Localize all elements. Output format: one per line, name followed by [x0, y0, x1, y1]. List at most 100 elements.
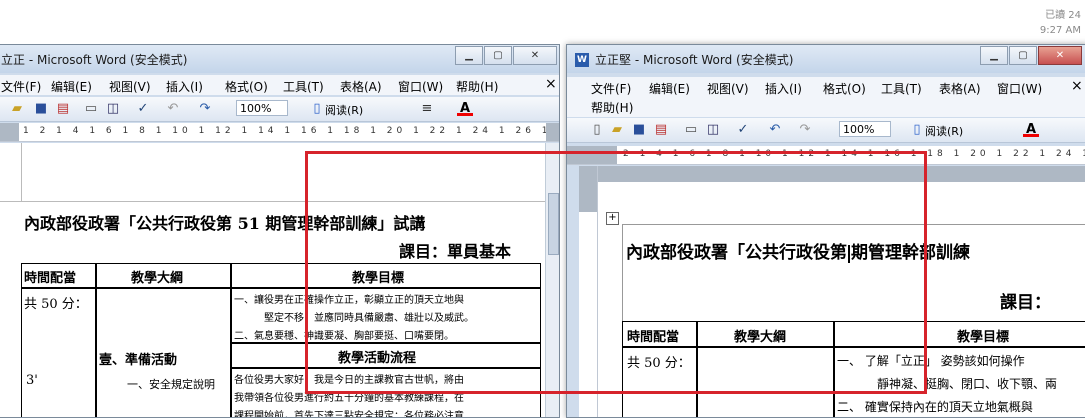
- doc-subject: 課目：單員基本: [399, 242, 512, 261]
- read-button[interactable]: 阅读(R): [325, 102, 363, 118]
- spelling-icon[interactable]: ✓: [735, 122, 751, 138]
- outline-cell: 壹、準備活動 一、安全規定說明: [96, 288, 231, 417]
- title-bar[interactable]: 立正 - Microsoft Word (安全模式) ▁ ▢ ✕: [0, 45, 559, 73]
- flow-line: 各位役男大家好，我是今日的主課教官古世帆，將由: [234, 375, 464, 386]
- objective-line: 靜神凝、挺胸、閉口、收下顎、兩: [877, 377, 1058, 391]
- menu-file[interactable]: 文件(F): [1, 78, 41, 95]
- maximize-button[interactable]: ▢: [1009, 46, 1037, 65]
- menu-bar: 文件(F) 编辑(E) 视图(V) 插入(I) 格式(O) 工具(T) 表格(A…: [0, 75, 559, 95]
- menu-file[interactable]: 文件(F): [591, 80, 631, 97]
- table-header: 教學大綱: [96, 263, 231, 288]
- standard-toolbar: ▰ ■ ▤ ▭ ◫ ✓ ↶ ↷ 100% ▯ 阅读(R) ≡ A: [0, 97, 559, 122]
- document-page[interactable]: 內政部役政署「公共行政役第 51 期管理幹部訓練」試講 課目：單員基本 時間配當…: [0, 143, 545, 417]
- word-window-right[interactable]: W 立正堅 - Microsoft Word (安全模式) ▁ ▢ ✕ 文件(F…: [566, 44, 1085, 418]
- close-document-button[interactable]: ×: [1071, 78, 1083, 94]
- menu-view[interactable]: 视图(V): [707, 80, 749, 97]
- table-header: 教學目標: [231, 263, 541, 288]
- print-icon[interactable]: ▭: [83, 101, 99, 117]
- close-button[interactable]: ✕: [513, 46, 557, 65]
- open-icon[interactable]: ▰: [609, 122, 625, 138]
- section-title: 壹、準備活動: [99, 353, 178, 368]
- read-icon[interactable]: ▯: [309, 101, 325, 117]
- time-text: 共 50 分：: [24, 297, 88, 312]
- tray-label: 已讀 24: [1045, 10, 1081, 21]
- table-header: 教學大綱: [697, 321, 834, 347]
- window-title: 立正 - Microsoft Word (安全模式): [1, 53, 188, 67]
- menu-help[interactable]: 帮助(H): [456, 78, 498, 95]
- maximize-button[interactable]: ▢: [484, 46, 512, 65]
- menu-window[interactable]: 窗口(W): [997, 80, 1042, 97]
- spelling-icon[interactable]: ✓: [135, 101, 151, 117]
- vertical-scrollbar[interactable]: [545, 143, 559, 417]
- font-color-icon[interactable]: A: [457, 101, 473, 116]
- ruler-margin: [567, 146, 617, 164]
- redo-icon[interactable]: ↷: [197, 101, 213, 117]
- system-tray: 已讀 24 9:27 AM: [1021, 8, 1081, 38]
- menu-help[interactable]: 帮助(H): [591, 99, 633, 116]
- objective-line: 二、 確實保持內在的頂天立地氣概與: [837, 400, 1033, 414]
- menu-insert[interactable]: 插入(I): [765, 80, 802, 97]
- close-button[interactable]: ✕: [1038, 46, 1082, 65]
- tray-clock: 9:27 AM: [1039, 25, 1081, 36]
- time-cell: 共 50 分：: [622, 347, 697, 417]
- minimize-button[interactable]: ▁: [455, 46, 483, 65]
- menu-edit[interactable]: 编辑(E): [649, 80, 690, 97]
- page-gap: [598, 166, 1085, 182]
- font-color-icon[interactable]: A: [1023, 122, 1039, 137]
- title-bar[interactable]: W 立正堅 - Microsoft Word (安全模式) ▁ ▢ ✕: [567, 45, 1085, 73]
- document-page[interactable]: + 內政部役政署「公共行政役第 期管理幹部訓練 課目： 時間配當 教學大綱 教學目…: [598, 166, 1085, 417]
- menu-view[interactable]: 视图(V): [109, 78, 151, 95]
- new-document-icon[interactable]: ▯: [589, 122, 605, 138]
- horizontal-ruler[interactable]: 1 2 1 4 1 6 1 8 1 10 1 12 1 14 1 16 1 18…: [0, 123, 559, 142]
- menu-insert[interactable]: 插入(I): [166, 78, 203, 95]
- objective-line: 一、 了解「立正」 姿勢該如何操作: [837, 354, 1025, 368]
- menu-window[interactable]: 窗口(W): [398, 78, 443, 95]
- open-icon[interactable]: ▰: [9, 101, 25, 117]
- print-preview-icon[interactable]: ◫: [105, 101, 121, 117]
- outline-item: 一、安全規定說明: [127, 378, 215, 391]
- time-3: 3': [26, 373, 38, 388]
- menu-edit[interactable]: 编辑(E): [51, 78, 92, 95]
- doc-subject: 課目：: [1000, 293, 1051, 313]
- scrollbar-thumb[interactable]: [548, 193, 559, 255]
- read-icon[interactable]: ▯: [909, 122, 925, 138]
- word-app-icon: W: [575, 53, 589, 67]
- close-document-button[interactable]: ×: [545, 76, 557, 92]
- ruler-margin: [579, 166, 597, 212]
- save-icon[interactable]: ■: [33, 101, 49, 117]
- undo-icon[interactable]: ↶: [165, 101, 181, 117]
- objective-line: 堅定不移，並應同時具備嚴肅、雄壯以及威武。: [264, 313, 474, 324]
- redo-icon[interactable]: ↷: [797, 122, 813, 138]
- menu-table[interactable]: 表格(A): [939, 80, 981, 97]
- window-frame: [567, 166, 579, 417]
- line-spacing-icon[interactable]: ≡: [419, 101, 435, 117]
- permission-icon[interactable]: ▤: [653, 122, 669, 138]
- read-button[interactable]: 阅读(R): [925, 123, 963, 139]
- print-preview-icon[interactable]: ◫: [705, 122, 721, 138]
- doc-title: 內政部役政署「公共行政役第 期管理幹部訓練: [626, 243, 970, 263]
- menu-tools[interactable]: 工具(T): [881, 80, 922, 97]
- zoom-select[interactable]: 100%: [236, 100, 288, 116]
- table-move-handle[interactable]: +: [606, 212, 619, 225]
- menu-table[interactable]: 表格(A): [340, 78, 382, 95]
- vertical-ruler[interactable]: [579, 166, 598, 417]
- print-icon[interactable]: ▭: [683, 122, 699, 138]
- permission-icon[interactable]: ▤: [55, 101, 71, 117]
- flow-line: 課程開始前，首先下達三點安全規定：各位務必注意: [234, 411, 464, 417]
- minimize-button[interactable]: ▁: [980, 46, 1008, 65]
- menu-format[interactable]: 格式(O): [823, 80, 866, 97]
- flow-header: 教學活動流程: [231, 343, 541, 368]
- ruler-margin: [0, 123, 19, 141]
- ruler-ticks: 2 1 4 1 6 1 8 1 10 1 12 1 14 1 16 1 18 1…: [623, 149, 1085, 159]
- window-title: 立正堅 - Microsoft Word (安全模式): [595, 53, 794, 67]
- menu-format[interactable]: 格式(O): [225, 78, 268, 95]
- table-header: 時間配當: [21, 263, 96, 288]
- undo-icon[interactable]: ↶: [767, 122, 783, 138]
- doc-title: 內政部役政署「公共行政役第 51 期管理幹部訓練」試講: [24, 214, 426, 233]
- horizontal-ruler[interactable]: 2 1 4 1 6 1 8 1 10 1 12 1 14 1 16 1 18 1…: [567, 146, 1085, 165]
- word-window-left[interactable]: 立正 - Microsoft Word (安全模式) ▁ ▢ ✕ 文件(F) 编…: [0, 44, 560, 418]
- save-icon[interactable]: ■: [631, 122, 647, 138]
- zoom-select[interactable]: 100%: [839, 121, 891, 137]
- table-header: 時間配當: [622, 321, 697, 347]
- menu-tools[interactable]: 工具(T): [283, 78, 324, 95]
